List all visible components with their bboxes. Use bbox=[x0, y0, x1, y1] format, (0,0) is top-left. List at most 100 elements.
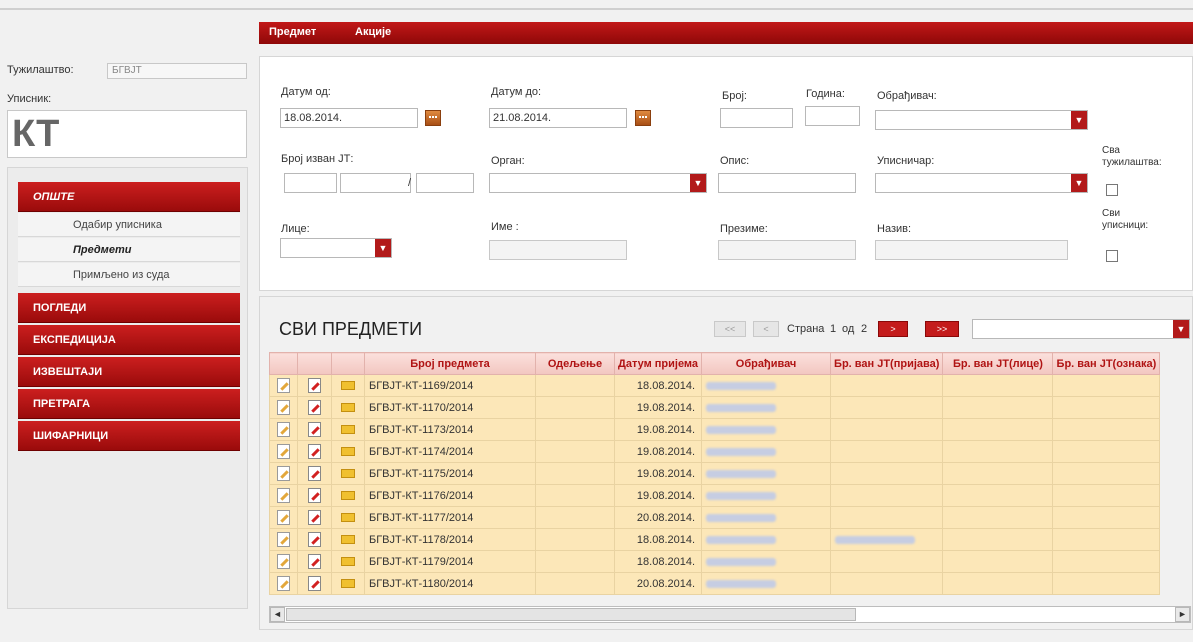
recorder-select[interactable]: ▼ bbox=[875, 173, 1088, 193]
dropdown-arrow-icon[interactable]: ▼ bbox=[1071, 111, 1087, 129]
edit-cell[interactable] bbox=[269, 374, 298, 397]
edit-doc-icon[interactable] bbox=[277, 400, 290, 415]
edit-cell[interactable] bbox=[269, 528, 298, 551]
organ-select[interactable]: ▼ bbox=[489, 173, 707, 193]
folder-cell[interactable] bbox=[331, 550, 365, 573]
table-row[interactable]: БГВЈТ-КТ-1175/2014 19.08.2014. bbox=[269, 462, 1161, 485]
year-input[interactable] bbox=[805, 106, 860, 126]
page-size-select[interactable]: ▼ bbox=[972, 319, 1190, 339]
menu-reports[interactable]: ИЗВЕШТАЈИ bbox=[18, 357, 240, 387]
edit-doc-icon[interactable] bbox=[277, 444, 290, 459]
edit-red-icon[interactable] bbox=[308, 444, 321, 459]
case-number-cell[interactable]: БГВЈТ-КТ-1175/2014 bbox=[364, 462, 536, 485]
edit-red-icon[interactable] bbox=[308, 532, 321, 547]
edit2-cell[interactable] bbox=[297, 550, 332, 573]
menu-search[interactable]: ПРЕТРАГА bbox=[18, 389, 240, 419]
folder-cell[interactable] bbox=[331, 484, 365, 507]
case-number-cell[interactable]: БГВЈТ-КТ-1174/2014 bbox=[364, 440, 536, 463]
edit2-cell[interactable] bbox=[297, 506, 332, 529]
edit-cell[interactable] bbox=[269, 484, 298, 507]
table-row[interactable]: БГВЈТ-КТ-1169/2014 18.08.2014. bbox=[269, 374, 1161, 397]
case-number-cell[interactable]: БГВЈТ-КТ-1169/2014 bbox=[364, 374, 536, 397]
edit2-cell[interactable] bbox=[297, 528, 332, 551]
folder-cell[interactable] bbox=[331, 374, 365, 397]
next-page-button[interactable]: > bbox=[878, 321, 908, 337]
nav-actions[interactable]: Акције bbox=[355, 26, 391, 38]
folder-icon[interactable] bbox=[341, 425, 355, 435]
edit-doc-icon[interactable] bbox=[277, 466, 290, 481]
edit-red-icon[interactable] bbox=[308, 576, 321, 591]
edit-cell[interactable] bbox=[269, 550, 298, 573]
edit-red-icon[interactable] bbox=[308, 400, 321, 415]
edit-doc-icon[interactable] bbox=[277, 422, 290, 437]
surname-input[interactable] bbox=[718, 240, 856, 260]
dropdown-arrow-icon[interactable]: ▼ bbox=[375, 239, 391, 257]
folder-cell[interactable] bbox=[331, 418, 365, 441]
edit-red-icon[interactable] bbox=[308, 466, 321, 481]
col-outside-person[interactable]: Бр. ван ЈТ(лице) bbox=[942, 352, 1054, 375]
number-input[interactable] bbox=[720, 108, 793, 128]
horizontal-scrollbar[interactable]: ◄ ► bbox=[269, 606, 1191, 623]
folder-cell[interactable] bbox=[331, 396, 365, 419]
calendar-icon[interactable] bbox=[425, 110, 441, 126]
menu-registry-select[interactable]: Одабир уписника bbox=[18, 213, 240, 237]
edit-cell[interactable] bbox=[269, 506, 298, 529]
edit2-cell[interactable] bbox=[297, 484, 332, 507]
folder-icon[interactable] bbox=[341, 491, 355, 501]
dropdown-arrow-icon[interactable]: ▼ bbox=[1071, 174, 1087, 192]
menu-general[interactable]: ОПШТЕ bbox=[18, 182, 240, 212]
col-outside-report[interactable]: Бр. ван ЈТ(пријава) bbox=[830, 352, 944, 375]
edit-cell[interactable] bbox=[269, 396, 298, 419]
table-row[interactable]: БГВЈТ-КТ-1177/2014 20.08.2014. bbox=[269, 506, 1161, 529]
edit-doc-icon[interactable] bbox=[277, 510, 290, 525]
case-number-cell[interactable]: БГВЈТ-КТ-1180/2014 bbox=[364, 572, 536, 595]
edit2-cell[interactable] bbox=[297, 440, 332, 463]
folder-cell[interactable] bbox=[331, 462, 365, 485]
edit-doc-icon[interactable] bbox=[277, 378, 290, 393]
menu-views[interactable]: ПОГЛЕДИ bbox=[18, 293, 240, 323]
col-outside-mark[interactable]: Бр. ван ЈТ(ознака) bbox=[1052, 352, 1161, 375]
table-row[interactable]: БГВЈТ-КТ-1178/2014 18.08.2014. bbox=[269, 528, 1161, 551]
edit2-cell[interactable] bbox=[297, 418, 332, 441]
outside-number-input-2[interactable] bbox=[340, 173, 411, 193]
table-row[interactable]: БГВЈТ-КТ-1176/2014 19.08.2014. bbox=[269, 484, 1161, 507]
edit-doc-icon[interactable] bbox=[277, 554, 290, 569]
edit-cell[interactable] bbox=[269, 572, 298, 595]
menu-expedition[interactable]: ЕКСПЕДИЦИЈА bbox=[18, 325, 240, 355]
folder-icon[interactable] bbox=[341, 469, 355, 479]
title-input[interactable] bbox=[875, 240, 1068, 260]
folder-cell[interactable] bbox=[331, 572, 365, 595]
name-input[interactable] bbox=[489, 240, 627, 260]
edit-red-icon[interactable] bbox=[308, 554, 321, 569]
person-select[interactable]: ▼ bbox=[280, 238, 392, 258]
col-receive-date[interactable]: Датум пријема bbox=[613, 352, 703, 375]
menu-received-from-court[interactable]: Примљено из суда bbox=[18, 263, 240, 287]
folder-icon[interactable] bbox=[341, 579, 355, 589]
col-processor[interactable]: Обрађивач bbox=[701, 352, 832, 375]
edit2-cell[interactable] bbox=[297, 462, 332, 485]
edit2-cell[interactable] bbox=[297, 572, 332, 595]
menu-cases[interactable]: Предмети bbox=[18, 238, 240, 262]
table-row[interactable]: БГВЈТ-КТ-1179/2014 18.08.2014. bbox=[269, 550, 1161, 573]
edit-red-icon[interactable] bbox=[308, 422, 321, 437]
col-case-number[interactable]: Број предмета bbox=[364, 352, 536, 375]
dropdown-arrow-icon[interactable]: ▼ bbox=[1173, 320, 1189, 338]
edit-red-icon[interactable] bbox=[308, 510, 321, 525]
folder-cell[interactable] bbox=[331, 506, 365, 529]
all-registries-checkbox[interactable] bbox=[1106, 250, 1118, 262]
menu-codebooks[interactable]: ШИФАРНИЦИ bbox=[18, 421, 240, 451]
date-from-input[interactable]: 18.08.2014. bbox=[280, 108, 418, 128]
edit2-cell[interactable] bbox=[297, 374, 332, 397]
folder-icon[interactable] bbox=[341, 535, 355, 545]
all-prosecutors-checkbox[interactable] bbox=[1106, 184, 1118, 196]
folder-icon[interactable] bbox=[341, 557, 355, 567]
table-row[interactable]: БГВЈТ-КТ-1170/2014 19.08.2014. bbox=[269, 396, 1161, 419]
first-page-button[interactable]: << bbox=[714, 321, 746, 337]
last-page-button[interactable]: >> bbox=[925, 321, 959, 337]
scrollbar-thumb[interactable] bbox=[286, 608, 856, 621]
outside-number-input-3[interactable] bbox=[416, 173, 474, 193]
table-row[interactable]: БГВЈТ-КТ-1180/2014 20.08.2014. bbox=[269, 572, 1161, 595]
folder-cell[interactable] bbox=[331, 440, 365, 463]
edit-cell[interactable] bbox=[269, 418, 298, 441]
date-to-input[interactable]: 21.08.2014. bbox=[489, 108, 627, 128]
